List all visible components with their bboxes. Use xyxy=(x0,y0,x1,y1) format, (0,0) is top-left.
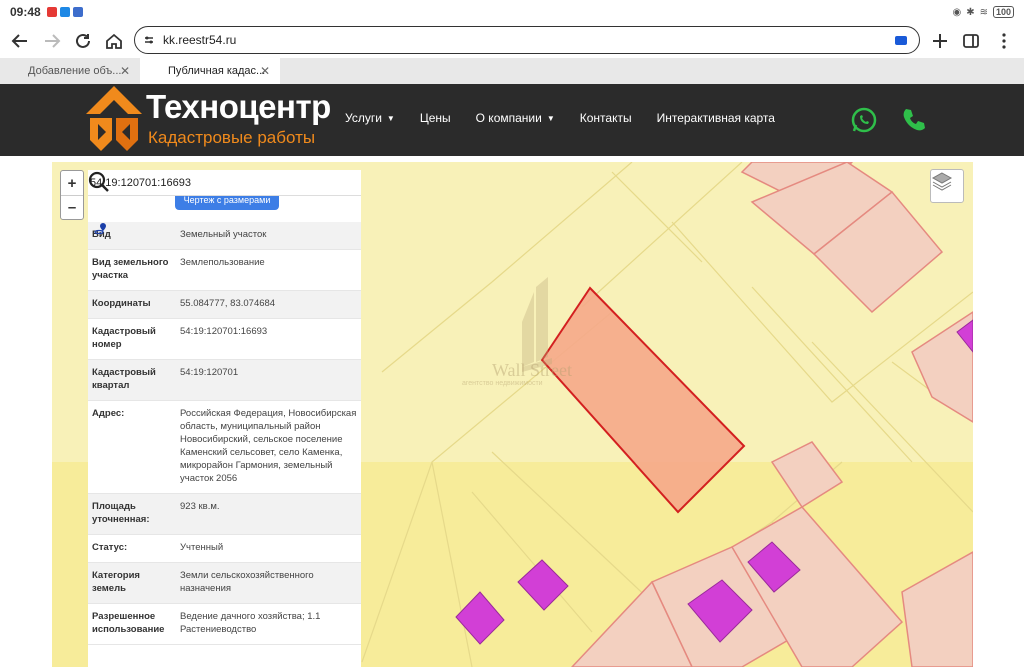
info-value: Российская Федерация, Новосибирская обла… xyxy=(180,408,357,484)
info-value: 54:19:120701:16693 xyxy=(180,326,268,337)
wifi-icon: ≋ xyxy=(979,6,988,18)
close-icon[interactable]: ✕ xyxy=(120,64,130,78)
info-label: Категория земель xyxy=(92,570,140,594)
info-row: Вид Земельный участок xyxy=(88,222,361,250)
nav-item-prices[interactable]: Цены xyxy=(420,111,451,125)
info-row: Адрес: Российская Федерация, Новосибирск… xyxy=(88,401,361,494)
info-row: Статус: Учтенный xyxy=(88,535,361,563)
watermark: Wall Street xyxy=(492,360,573,380)
info-row: Площадь уточненная: 923 кв.м. xyxy=(88,494,361,535)
info-row: Разрешенное использование Ведение дачног… xyxy=(88,604,361,645)
arrow-right-icon xyxy=(45,34,61,48)
brand-subtitle: Кадастровые работы xyxy=(148,128,316,147)
nav-label: О компании xyxy=(475,111,542,125)
layers-icon xyxy=(931,172,953,191)
address-bar[interactable]: kk.reestr54.ru xyxy=(134,26,920,54)
browser-toolbar: kk.reestr54.ru xyxy=(0,24,1024,58)
info-value: Земли сельскохозяйственного назначения xyxy=(180,570,314,594)
info-value: 55.084777, 83.074684 xyxy=(94,223,357,310)
menu-button[interactable] xyxy=(988,25,1020,57)
info-label: Вид земельного участка xyxy=(92,257,169,281)
brand-title[interactable]: Техноцентр xyxy=(146,88,331,126)
info-row: Кадастровый квартал 54:19:120701 xyxy=(88,360,361,401)
watermark-subtitle: агентство недвижимости xyxy=(462,380,543,387)
home-icon xyxy=(106,33,122,49)
info-row: Вид земельного участка Землепользование xyxy=(88,250,361,291)
tab-label: Публичная кадас... xyxy=(168,65,266,77)
site-header: Техноцентр Кадастровые работы Услуги ▼ Ц… xyxy=(0,84,1024,156)
phone-icon[interactable] xyxy=(900,106,928,134)
nav-item-services[interactable]: Услуги ▼ xyxy=(345,111,395,125)
info-value: Земельный участок xyxy=(180,229,267,240)
info-label: Кадастровый номер xyxy=(92,326,156,350)
tabs-button[interactable] xyxy=(955,25,987,57)
nav-label: Услуги xyxy=(345,111,382,125)
back-button[interactable] xyxy=(4,25,36,57)
logo-icon[interactable] xyxy=(84,84,144,156)
info-row: Кадастровый номер 54:19:120701:16693 xyxy=(88,319,361,360)
info-label: Кадастровый квартал xyxy=(92,367,156,391)
tab-add-object[interactable]: Добавление объ... ✕ xyxy=(0,58,140,84)
translate-icon[interactable] xyxy=(895,36,907,45)
reload-button[interactable] xyxy=(67,25,99,57)
nav-label: Контакты xyxy=(579,111,632,125)
caret-down-icon: ▼ xyxy=(386,113,395,123)
nav-label: Интерактивная карта xyxy=(656,111,775,125)
info-value: Ведение дачного хозяйства; 1.1 Растениев… xyxy=(180,611,321,635)
plus-icon xyxy=(933,34,947,48)
zoom-in-button[interactable]: + xyxy=(61,171,83,195)
notification-icon xyxy=(46,7,57,17)
tab-strip: Добавление объ... ✕ Публичная кадас... ✕ xyxy=(0,58,1024,84)
reload-icon xyxy=(76,33,90,48)
nav-item-interactive-map[interactable]: Интерактивная карта xyxy=(657,111,775,125)
info-value: 923 кв.м. xyxy=(180,501,220,512)
status-bar: 09:48 ◉ ✱ ≋ 100 xyxy=(0,0,1024,24)
nav-label: Цены xyxy=(419,111,451,125)
vk-icon xyxy=(72,7,83,17)
info-row: Координаты 55.084777, 83.074684 xyxy=(88,223,361,319)
eye-icon: ◉ xyxy=(952,6,962,18)
info-value: Землепользование xyxy=(180,257,265,268)
main-nav: Услуги ▼ Цены О компании ▼ Контакты Инте… xyxy=(345,111,800,125)
home-button[interactable] xyxy=(98,25,130,57)
whatsapp-icon[interactable] xyxy=(850,106,878,134)
parcel-attributes: Вид Земельный участок Вид земельного уча… xyxy=(88,222,361,645)
cadastral-map[interactable]: Wall Street агентство недвижимости + – 5… xyxy=(52,162,973,667)
tab-label: Добавление объ... xyxy=(28,65,122,77)
info-label: Статус: xyxy=(92,542,128,553)
status-time: 09:48 xyxy=(10,5,41,19)
more-vertical-icon xyxy=(1002,33,1006,49)
site-info-icon[interactable] xyxy=(143,34,155,46)
info-row: Категория земель Земли сельскохозяйствен… xyxy=(88,563,361,604)
arrow-left-icon xyxy=(11,34,27,48)
close-icon[interactable]: ✕ xyxy=(260,64,270,78)
info-label: Координаты xyxy=(92,298,151,309)
sidebar-icon xyxy=(963,34,979,48)
coordinates-value: 55.084777, 83.074684 xyxy=(180,298,276,309)
nav-item-about[interactable]: О компании ▼ xyxy=(476,111,555,125)
info-label: Площадь уточненная: xyxy=(92,501,150,525)
parcel-info-panel: 54:19:120701:16693 Чертеж с размерами Ви… xyxy=(88,170,361,667)
status-icons: ◉ ✱ ≋ 100 xyxy=(952,6,1014,18)
url-text[interactable]: kk.reestr54.ru xyxy=(163,33,236,47)
info-label: Разрешенное использование xyxy=(92,611,165,635)
info-label: Адрес: xyxy=(92,408,125,419)
new-tab-button[interactable] xyxy=(924,25,956,57)
cadastral-search: 54:19:120701:16693 xyxy=(88,170,361,196)
notification-icon xyxy=(59,7,70,17)
tab-public-cadastral-map[interactable]: Публичная кадас... ✕ xyxy=(140,58,280,84)
zoom-control: + – xyxy=(60,170,84,220)
caret-down-icon: ▼ xyxy=(546,113,555,123)
info-value: Учтенный xyxy=(180,542,224,553)
battery-icon: 100 xyxy=(992,6,1014,18)
info-value: 54:19:120701 xyxy=(180,367,239,378)
nav-item-contacts[interactable]: Контакты xyxy=(580,111,632,125)
map-pin-icon[interactable] xyxy=(94,222,108,234)
forward-button[interactable] xyxy=(36,25,68,57)
search-icon[interactable] xyxy=(88,171,110,193)
bluetooth-icon: ✱ xyxy=(966,6,975,18)
drawing-with-dimensions-button[interactable]: Чертеж с размерами xyxy=(175,196,279,210)
layers-button[interactable] xyxy=(930,169,964,203)
zoom-out-button[interactable]: – xyxy=(61,195,83,219)
